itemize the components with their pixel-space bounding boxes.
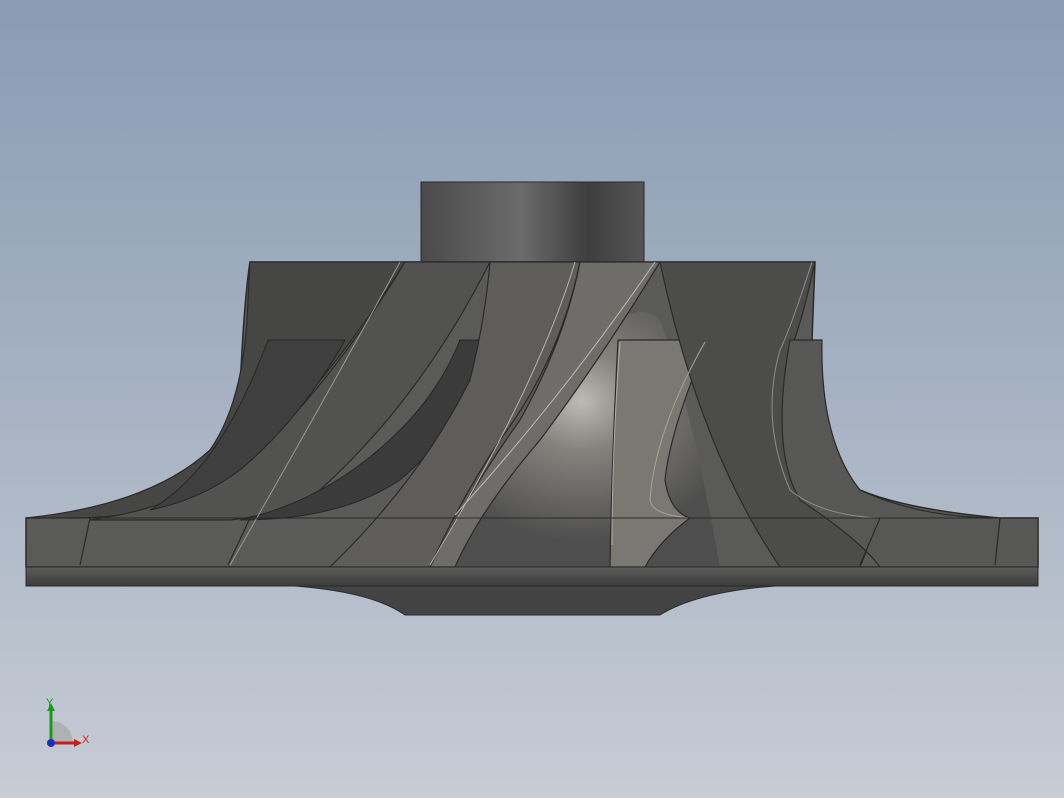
impeller-model[interactable] [0, 0, 1064, 798]
axis-triad: X Y [38, 696, 98, 756]
x-axis-label: X [82, 734, 90, 746]
graphics-viewport[interactable]: X Y [0, 0, 1064, 798]
y-axis-label: Y [46, 697, 54, 709]
